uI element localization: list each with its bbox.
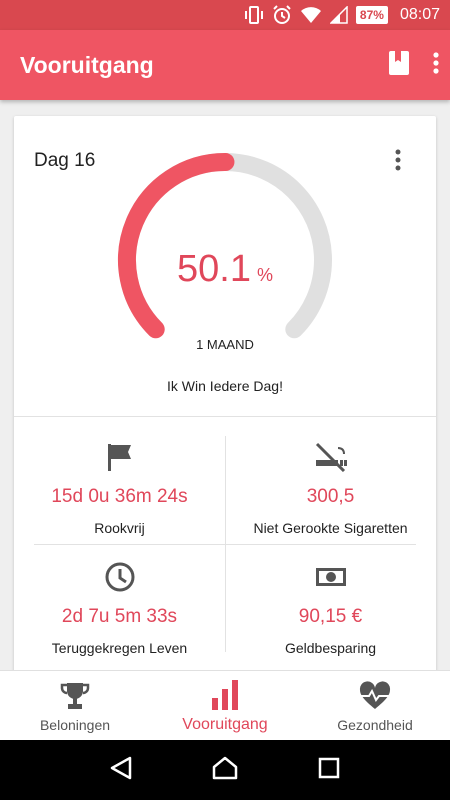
recent-apps-icon[interactable] xyxy=(318,757,340,784)
motto-text: Ik Win Iedere Dag! xyxy=(167,378,283,394)
bar-chart-icon xyxy=(210,678,240,710)
nav-label: Gezondheid xyxy=(337,716,413,733)
divider xyxy=(14,416,436,417)
bookmark-book-icon[interactable] xyxy=(388,50,410,81)
overflow-menu-icon[interactable] xyxy=(432,51,440,80)
vibrate-icon xyxy=(244,6,264,24)
clock-icon xyxy=(14,560,225,594)
nav-label: Beloningen xyxy=(39,716,111,733)
no-smoking-icon xyxy=(225,440,436,474)
battery-indicator: 87% xyxy=(355,6,388,24)
stat-value: 15d 0u 36m 24s xyxy=(51,486,188,507)
progress-percentage: 50.1% xyxy=(14,248,436,291)
stat-money-saved: 90,15 € Geldbesparing xyxy=(225,560,436,656)
trophy-icon xyxy=(59,679,91,711)
system-navigation-bar xyxy=(0,740,450,800)
nav-item-rewards[interactable]: Beloningen xyxy=(0,671,150,740)
progress-unit: % xyxy=(256,265,273,285)
stat-label: Niet Gerookte Sigaretten xyxy=(253,520,408,536)
progress-milestone: 1 MAAND xyxy=(196,337,254,352)
stat-value: 2d 7u 5m 33s xyxy=(61,606,178,627)
signal-icon xyxy=(329,6,348,24)
stat-label: Rookvrij xyxy=(94,520,145,536)
progress-card: Dag 16 50.1% 1 MAAND Ik Win Iedere Dag! … xyxy=(14,116,436,676)
stat-cigarettes-not-smoked: 300,5 Niet Gerookte Sigaretten xyxy=(225,440,436,536)
alarm-icon xyxy=(272,5,292,25)
stat-value: 300,5 xyxy=(306,486,355,507)
flag-icon xyxy=(14,440,225,474)
page-title: Vooruitgang xyxy=(20,51,154,78)
wifi-icon xyxy=(300,6,322,24)
money-icon xyxy=(225,560,436,594)
back-icon[interactable] xyxy=(110,756,132,785)
app-bar: Vooruitgang xyxy=(0,30,450,100)
progress-gauge: 50.1% 1 MAAND xyxy=(14,116,436,416)
home-icon[interactable] xyxy=(212,756,238,785)
stat-label: Teruggekregen Leven xyxy=(51,640,188,656)
stat-smoke-free: 15d 0u 36m 24s Rookvrij xyxy=(14,440,225,536)
heartbeat-icon xyxy=(358,679,392,711)
nav-item-progress[interactable]: Vooruitgang xyxy=(150,671,300,740)
bottom-navigation: Beloningen Vooruitgang Gezondheid xyxy=(0,670,450,740)
nav-item-health[interactable]: Gezondheid xyxy=(300,671,450,740)
stat-value: 90,15 € xyxy=(298,606,363,627)
status-time: 08:07 xyxy=(399,6,440,23)
stat-label: Geldbesparing xyxy=(284,640,377,656)
status-bar: 87% 08:07 xyxy=(0,0,450,30)
stat-life-regained: 2d 7u 5m 33s Teruggekregen Leven xyxy=(14,560,225,656)
gauge-fill xyxy=(118,153,235,339)
progress-value: 50.1 xyxy=(177,248,251,290)
nav-label: Vooruitgang xyxy=(182,715,268,733)
